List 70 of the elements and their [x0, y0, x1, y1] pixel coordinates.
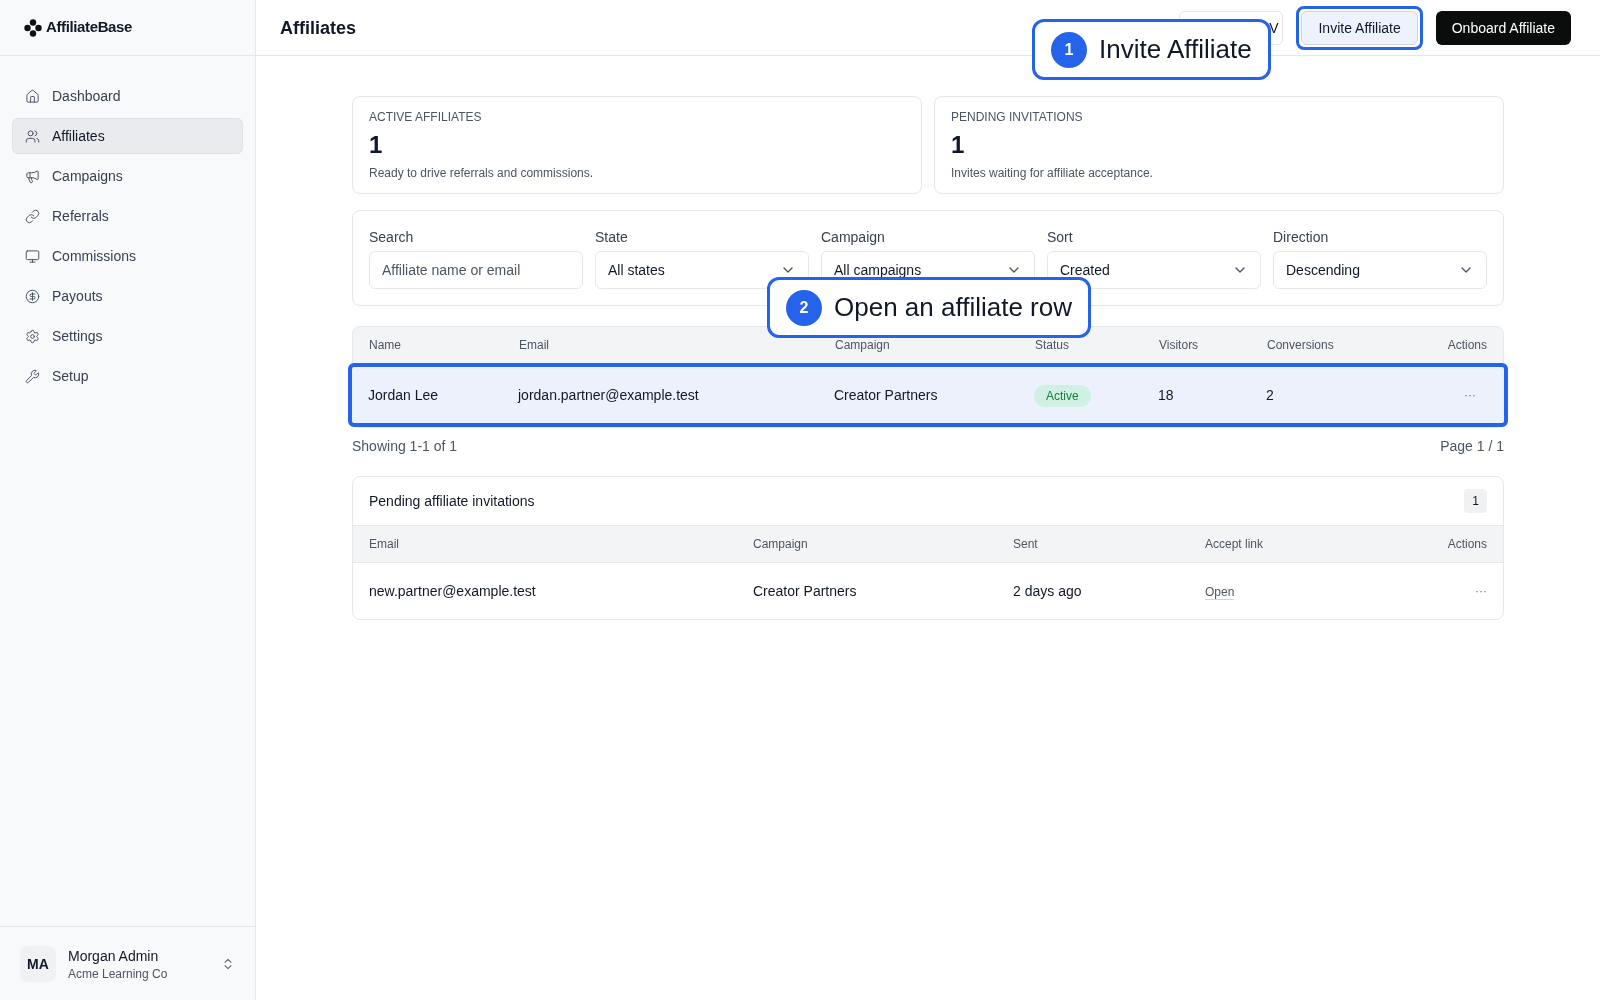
sidebar-item[interactable]: Affiliates: [12, 118, 243, 154]
filter-label: Search: [369, 228, 415, 247]
header-button[interactable]: Invite Affiliate: [1301, 10, 1418, 45]
table-cell-text: jordan.partner@example.test: [518, 386, 700, 405]
sidebar-item[interactable]: Referrals: [12, 198, 243, 234]
organization-name: Acme Learning Co: [68, 965, 168, 982]
sidebar-item[interactable]: Payouts: [12, 278, 243, 314]
filter-label: Direction: [1273, 228, 1330, 247]
showing-count: Showing 1-1 of 1: [352, 437, 458, 456]
stat-label: PENDING INVITATIONS: [951, 109, 1084, 125]
sidebar-item[interactable]: Settings: [12, 318, 243, 354]
column-header: Email: [369, 536, 400, 552]
page-indicator: Page 1 / 1: [1440, 437, 1504, 456]
status-badge: Active: [1034, 385, 1091, 407]
table-cell-text: 2 days ago: [1013, 582, 1083, 601]
column-header: Actions: [1447, 337, 1487, 353]
megaphone-icon: [25, 168, 40, 184]
column-header: Campaign: [835, 337, 891, 353]
stat-value: 1: [369, 130, 384, 160]
step-number: 1: [1051, 31, 1087, 68]
table-cell-text: new.partner@example.test: [369, 582, 537, 601]
column-header: Visitors: [1159, 337, 1200, 353]
stat-value: 1: [951, 130, 966, 160]
sidebar-item[interactable]: Setup: [12, 358, 243, 394]
column-header: Status: [1035, 337, 1071, 353]
wrench-icon: [25, 368, 40, 384]
filter-label: Sort: [1047, 228, 1074, 247]
sidebar-item[interactable]: Campaigns: [12, 158, 243, 194]
actions-button[interactable]: ···: [1475, 583, 1487, 599]
callout-text: Invite Affiliate: [1099, 33, 1252, 66]
filter-label: Campaign: [821, 228, 886, 247]
search-field[interactable]: Affiliate name or email: [369, 251, 583, 289]
column-header: Actions: [1447, 536, 1487, 552]
actions-button[interactable]: ···: [1464, 387, 1476, 403]
callout-text: Open an affiliate row: [834, 291, 1072, 324]
page-title: Affiliates: [280, 16, 357, 40]
column-header: Name: [369, 337, 402, 353]
filter-label: State: [595, 228, 629, 247]
sidebar-item[interactable]: Dashboard: [12, 78, 243, 114]
stat-note: Invites waiting for affiliate acceptance.: [951, 165, 1154, 181]
table-cell-text: Jordan Lee: [368, 386, 440, 405]
table-cell-text: Creator Partners: [834, 386, 939, 405]
section-title: Pending affiliate invitations: [369, 492, 535, 511]
column-header: Email: [519, 337, 550, 353]
table-cell-text: Creator Partners: [753, 582, 858, 601]
stat-label: ACTIVE AFFILIATES: [369, 109, 483, 125]
monitor-icon: [25, 248, 40, 264]
table-row[interactable]: Jordan Lee jordan.partner@example.test Creator Partners Active 18 2 ···: [348, 363, 1508, 427]
logo-icon: [24, 18, 42, 37]
table-cell-text: 18: [1158, 386, 1175, 405]
home-icon: [25, 88, 40, 104]
column-header: Campaign: [753, 536, 809, 552]
column-header: Sent: [1013, 536, 1039, 552]
open-link[interactable]: Open: [1205, 585, 1235, 600]
user-avatar: MA: [20, 945, 56, 982]
sidebar-item[interactable]: Commissions: [12, 238, 243, 274]
link-icon: [25, 208, 40, 224]
settings-icon: [25, 328, 40, 344]
brand-name: AffiliateBase: [46, 17, 132, 38]
users-icon: [25, 128, 40, 144]
column-header: Accept link: [1205, 536, 1265, 552]
select-field[interactable]: Descending: [1273, 251, 1487, 289]
user-name: Morgan Admin: [68, 946, 160, 966]
table-cell-text: 2: [1266, 386, 1275, 405]
count-badge: 1: [1464, 489, 1487, 513]
stat-note: Ready to drive referrals and commissions.: [369, 165, 595, 181]
dollar-icon: [25, 288, 40, 304]
step-number: 2: [786, 289, 822, 326]
column-header: Conversions: [1267, 337, 1335, 353]
header-button[interactable]: Onboard Affiliate: [1435, 10, 1571, 45]
